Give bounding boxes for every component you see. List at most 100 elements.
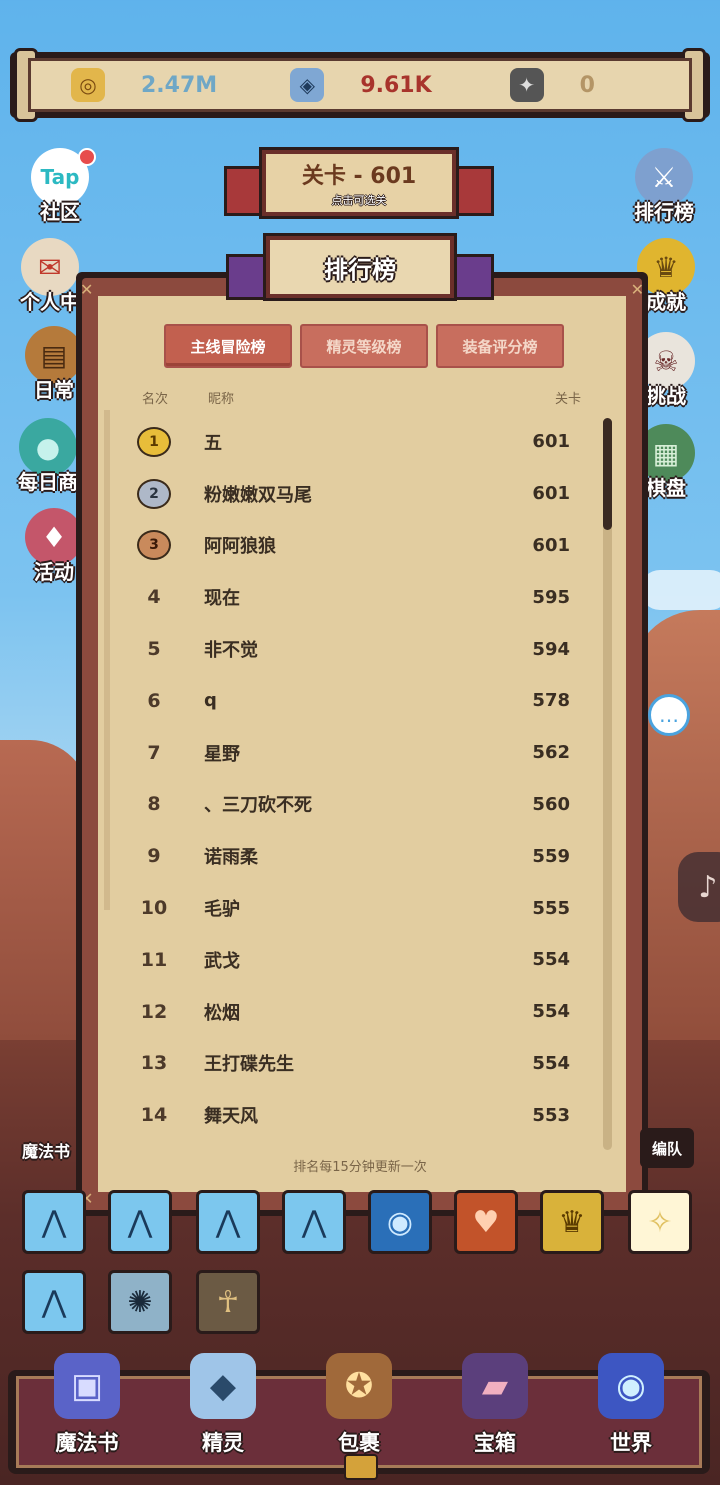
player-score: 562 bbox=[532, 742, 570, 764]
panel-title-plate: 排行榜 bbox=[266, 236, 454, 298]
tab-main-adventure[interactable]: 主线冒险榜 bbox=[164, 324, 292, 368]
currency-rune[interactable]: ◈ 9.61K bbox=[250, 61, 469, 109]
chat-bubble-icon[interactable]: … bbox=[648, 694, 690, 736]
rank-number: 9 bbox=[147, 845, 161, 868]
rank-list-scrollbar[interactable] bbox=[603, 418, 612, 1150]
team-button[interactable]: 编队 bbox=[640, 1128, 694, 1168]
nav-chest[interactable]: ▰ 宝箱 bbox=[427, 1353, 563, 1465]
rank-number: 4 bbox=[147, 586, 161, 609]
scarecrow-icon[interactable]: ☥ bbox=[196, 1270, 260, 1334]
player-score: 555 bbox=[532, 897, 570, 919]
bronze-medal-icon: 3 bbox=[137, 530, 171, 561]
light-burst-icon[interactable]: ✧ bbox=[628, 1190, 692, 1254]
nav-label-world: 世界 bbox=[610, 1431, 652, 1455]
leaderboard-tabs: 主线冒险榜 精灵等级榜 装备评分榜 bbox=[164, 324, 564, 368]
table-row[interactable]: 12 松烟 554 bbox=[104, 986, 604, 1038]
nav-label-bag: 包裹 bbox=[338, 1431, 380, 1455]
rune-stone-icon: ◈ bbox=[290, 68, 325, 102]
claw-slash-icon[interactable]: ⋀ bbox=[22, 1270, 86, 1334]
rank-number: 5 bbox=[147, 638, 161, 661]
magic-book-tag: 魔法书 bbox=[22, 1142, 71, 1161]
silver-medal-icon: 2 bbox=[137, 478, 171, 509]
rank-number: 8 bbox=[147, 793, 161, 816]
currency-rune-value: 9.61K bbox=[360, 72, 432, 98]
currency-dark-value: 0 bbox=[579, 72, 595, 98]
rank-number: 10 bbox=[140, 897, 168, 920]
player-score: 595 bbox=[532, 586, 570, 608]
side-btn-community[interactable]: Tap 社区 bbox=[20, 148, 100, 225]
rank-list: 1 五 601 2 粉嫩嫩双马尾 601 3 阿阿狼狼 601 4 现在 595… bbox=[104, 416, 604, 1141]
player-name: 粉嫩嫩双马尾 bbox=[204, 484, 312, 506]
nav-bag[interactable]: ✪ 包裹 bbox=[291, 1353, 427, 1465]
corner-x-tr: ✕ bbox=[630, 280, 644, 299]
fire-heart-icon[interactable]: ♥ bbox=[454, 1190, 518, 1254]
rank-number: 7 bbox=[147, 741, 161, 764]
sack-icon: ✪ bbox=[326, 1353, 392, 1419]
table-row[interactable]: 14 舞天风 553 bbox=[104, 1089, 604, 1141]
player-name: 毛驴 bbox=[204, 899, 240, 921]
cloud bbox=[640, 570, 720, 610]
crystal-icon: ◆ bbox=[190, 1353, 256, 1419]
nav-label-magic-book: 魔法书 bbox=[55, 1431, 119, 1455]
player-name: 王打碟先生 bbox=[204, 1054, 294, 1076]
table-row[interactable]: 4 现在 595 bbox=[104, 571, 604, 623]
table-row[interactable]: 7 星野 562 bbox=[104, 727, 604, 779]
player-score: 559 bbox=[532, 845, 570, 867]
claw-slash-icon[interactable]: ⋀ bbox=[22, 1190, 86, 1254]
tiktok-icon[interactable]: ♪ bbox=[678, 852, 720, 922]
table-row[interactable]: 1 五 601 bbox=[104, 416, 604, 468]
corner-x-tl: ✕ bbox=[80, 280, 94, 299]
currency-gold-value: 2.47M bbox=[141, 72, 218, 98]
currency-gold[interactable]: ◎ 2.47M bbox=[31, 61, 250, 109]
table-row[interactable]: 5 非不觉 594 bbox=[104, 623, 604, 675]
player-name: 五 bbox=[204, 432, 222, 454]
currency-dark[interactable]: ✦ 0 bbox=[470, 61, 689, 109]
claw-slash-icon[interactable]: ⋀ bbox=[282, 1190, 346, 1254]
table-row[interactable]: 10 毛驴 555 bbox=[104, 882, 604, 934]
nav-magic-book[interactable]: ▣ 魔法书 bbox=[19, 1353, 155, 1465]
table-row[interactable]: 2 粉嫩嫩双马尾 601 bbox=[104, 468, 604, 520]
nav-world[interactable]: ◉ 世界 bbox=[563, 1353, 699, 1465]
nav-spirit[interactable]: ◆ 精灵 bbox=[155, 1353, 291, 1465]
player-name: q bbox=[204, 690, 217, 712]
rank-number: 6 bbox=[147, 689, 161, 712]
player-score: 601 bbox=[532, 431, 570, 453]
level-banner[interactable]: 关卡 - 601 点击可选关 bbox=[224, 140, 494, 224]
player-name: 现在 bbox=[204, 588, 240, 610]
claw-slash-icon[interactable]: ⋀ bbox=[196, 1190, 260, 1254]
table-row[interactable]: 3 阿阿狼狼 601 bbox=[104, 520, 604, 572]
nav-label-spirit: 精灵 bbox=[202, 1431, 244, 1455]
table-row[interactable]: 13 王打碟先生 554 bbox=[104, 1038, 604, 1090]
player-name: 松烟 bbox=[204, 1002, 240, 1024]
water-swirl-icon[interactable]: ◉ bbox=[368, 1190, 432, 1254]
player-name: 诺雨柔 bbox=[204, 847, 258, 869]
player-score: 554 bbox=[532, 949, 570, 971]
table-row[interactable]: 6 q 578 bbox=[104, 675, 604, 727]
player-name: 星野 bbox=[204, 743, 240, 765]
spellbook-icon: ▣ bbox=[54, 1353, 120, 1419]
player-name: 阿阿狼狼 bbox=[204, 536, 276, 558]
player-score: 553 bbox=[532, 1104, 570, 1126]
ghost-sawblade-icon[interactable]: ✺ bbox=[108, 1270, 172, 1334]
claw-slash-icon[interactable]: ⋀ bbox=[108, 1190, 172, 1254]
player-score: 560 bbox=[532, 793, 570, 815]
column-header-score: 关卡 bbox=[555, 392, 582, 407]
player-name: 、三刀砍不死 bbox=[204, 795, 312, 817]
scrollbar-thumb[interactable] bbox=[603, 418, 612, 530]
currency-bar: ◎ 2.47M ◈ 9.61K ✦ 0 bbox=[10, 48, 710, 122]
panel-title-ribbon-left bbox=[226, 254, 270, 300]
rank-number: 14 bbox=[140, 1104, 168, 1127]
column-header-name: 昵称 bbox=[208, 392, 235, 407]
small-gift-icon[interactable] bbox=[344, 1454, 378, 1480]
side-btn-leaderboard[interactable]: ⚔ 排行榜 bbox=[624, 148, 704, 225]
table-row[interactable]: 11 武戈 554 bbox=[104, 934, 604, 986]
nav-label-chest: 宝箱 bbox=[474, 1431, 516, 1455]
tab-equipment-score[interactable]: 装备评分榜 bbox=[436, 324, 564, 368]
tab-spirit-level[interactable]: 精灵等级榜 bbox=[300, 324, 428, 368]
player-name: 舞天风 bbox=[204, 1106, 258, 1128]
column-header-rank: 名次 bbox=[142, 392, 169, 407]
golden-crown-icon[interactable]: ♛ bbox=[540, 1190, 604, 1254]
table-row[interactable]: 8 、三刀砍不死 560 bbox=[104, 779, 604, 831]
rank-number: 11 bbox=[140, 948, 168, 971]
table-row[interactable]: 9 诺雨柔 559 bbox=[104, 830, 604, 882]
